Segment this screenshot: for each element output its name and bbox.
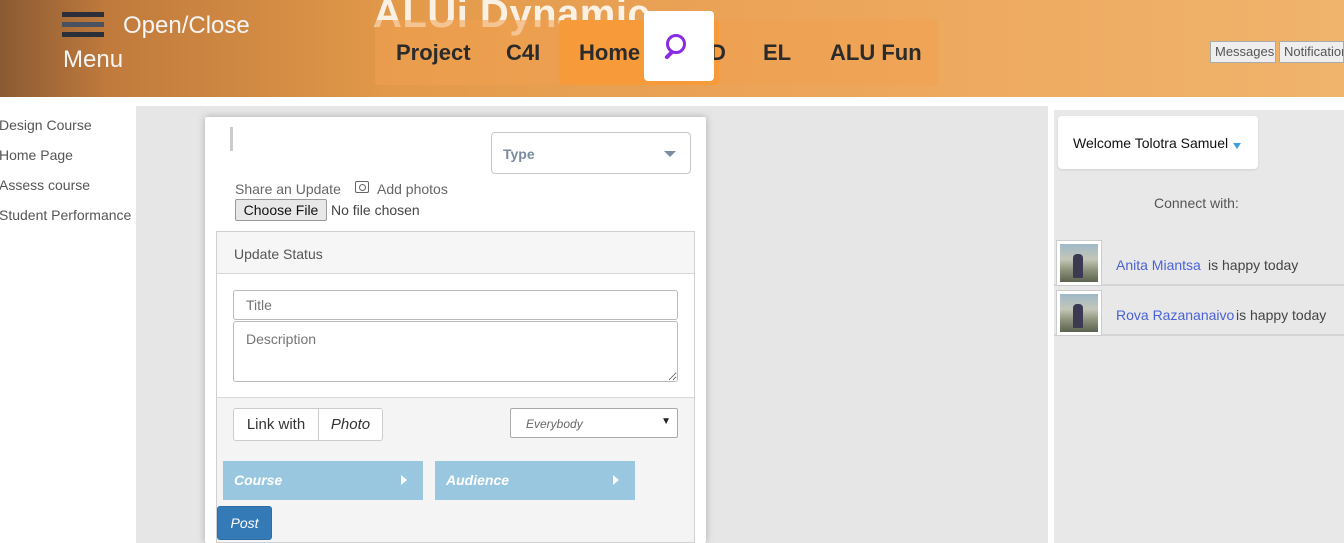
menu-toggle-label-line2[interactable]: Menu — [63, 46, 123, 74]
notifications-button[interactable]: Notifications — [1279, 41, 1344, 63]
panel-body — [217, 274, 694, 398]
user-menu[interactable]: Welcome Tolotra Samuel — [1058, 116, 1258, 169]
course-dropdown[interactable]: Course — [223, 461, 423, 500]
sidebar-item-home-page[interactable]: Home Page — [0, 147, 73, 163]
text-cursor — [230, 127, 233, 151]
audience-dropdown-label: Audience — [446, 472, 510, 488]
sidebar-item-student-performance[interactable]: Student Performance — [0, 207, 131, 223]
friend-status: is happy today — [1236, 307, 1327, 323]
hamburger-menu-icon[interactable] — [62, 12, 104, 42]
search-button[interactable] — [644, 11, 714, 81]
visibility-value: Everybody — [526, 417, 583, 431]
link-with-button[interactable]: Link with — [233, 408, 319, 441]
panel-title: Update Status — [234, 246, 323, 262]
photo-button[interactable]: Photo — [318, 408, 383, 441]
nav-el[interactable]: EL — [763, 40, 791, 66]
nav-home[interactable]: Home — [579, 40, 640, 66]
connect-with-label: Connect with: — [1154, 195, 1239, 211]
description-input[interactable] — [233, 321, 678, 382]
menu-toggle-label[interactable]: Open/Close — [123, 12, 250, 40]
chevron-right-icon — [401, 475, 407, 485]
course-dropdown-label: Course — [234, 472, 283, 488]
update-composer: Type Share an Update Add photos Choose F… — [205, 117, 706, 543]
top-header: Open/Close Menu ALUi Dynamic Project C4I… — [0, 0, 1344, 97]
camera-icon — [355, 181, 369, 193]
no-file-label: No file chosen — [331, 202, 420, 218]
welcome-text: Welcome Tolotra Samuel — [1073, 135, 1229, 151]
chevron-down-icon — [664, 151, 676, 157]
avatar[interactable] — [1056, 290, 1102, 336]
friend-name-link[interactable]: Rova Razananaivo — [1116, 307, 1234, 323]
panel-header: Update Status — [217, 232, 694, 274]
nav-c4i[interactable]: C4I — [506, 40, 540, 66]
update-status-panel: Update Status Link with Photo Everybody … — [216, 231, 695, 543]
add-photos-link[interactable]: Add photos — [377, 181, 448, 197]
type-select-label: Type — [503, 146, 535, 162]
type-select[interactable]: Type — [491, 132, 691, 174]
post-button[interactable]: Post — [217, 506, 272, 540]
choose-file-button[interactable]: Choose File — [235, 199, 327, 221]
sidebar-item-assess-course[interactable]: Assess course — [0, 177, 90, 193]
avatar[interactable] — [1056, 240, 1102, 286]
sidebar: Design Course Home Page Assess course St… — [0, 106, 136, 543]
right-panel: Welcome Tolotra Samuel Connect with: Ani… — [1054, 110, 1344, 543]
list-item: Rova Razananaivo is happy today — [1054, 288, 1344, 336]
friend-status: is happy today — [1208, 257, 1299, 273]
nav-alu-fun[interactable]: ALU Fun — [830, 40, 922, 66]
list-item: Anita Miantsa is happy today — [1054, 238, 1344, 286]
share-update-link[interactable]: Share an Update — [235, 181, 341, 197]
title-input[interactable] — [233, 290, 678, 320]
sidebar-item-design-course[interactable]: Design Course — [0, 117, 92, 133]
caret-down-icon — [1233, 143, 1241, 149]
friend-name-link[interactable]: Anita Miantsa — [1116, 257, 1201, 273]
audience-dropdown[interactable]: Audience — [435, 461, 635, 500]
chevron-down-icon: ▼ — [661, 416, 671, 427]
nav-project[interactable]: Project — [396, 40, 471, 66]
visibility-select[interactable]: Everybody ▼ — [510, 408, 678, 438]
messages-button[interactable]: Messages — [1210, 41, 1276, 63]
chevron-right-icon — [613, 475, 619, 485]
